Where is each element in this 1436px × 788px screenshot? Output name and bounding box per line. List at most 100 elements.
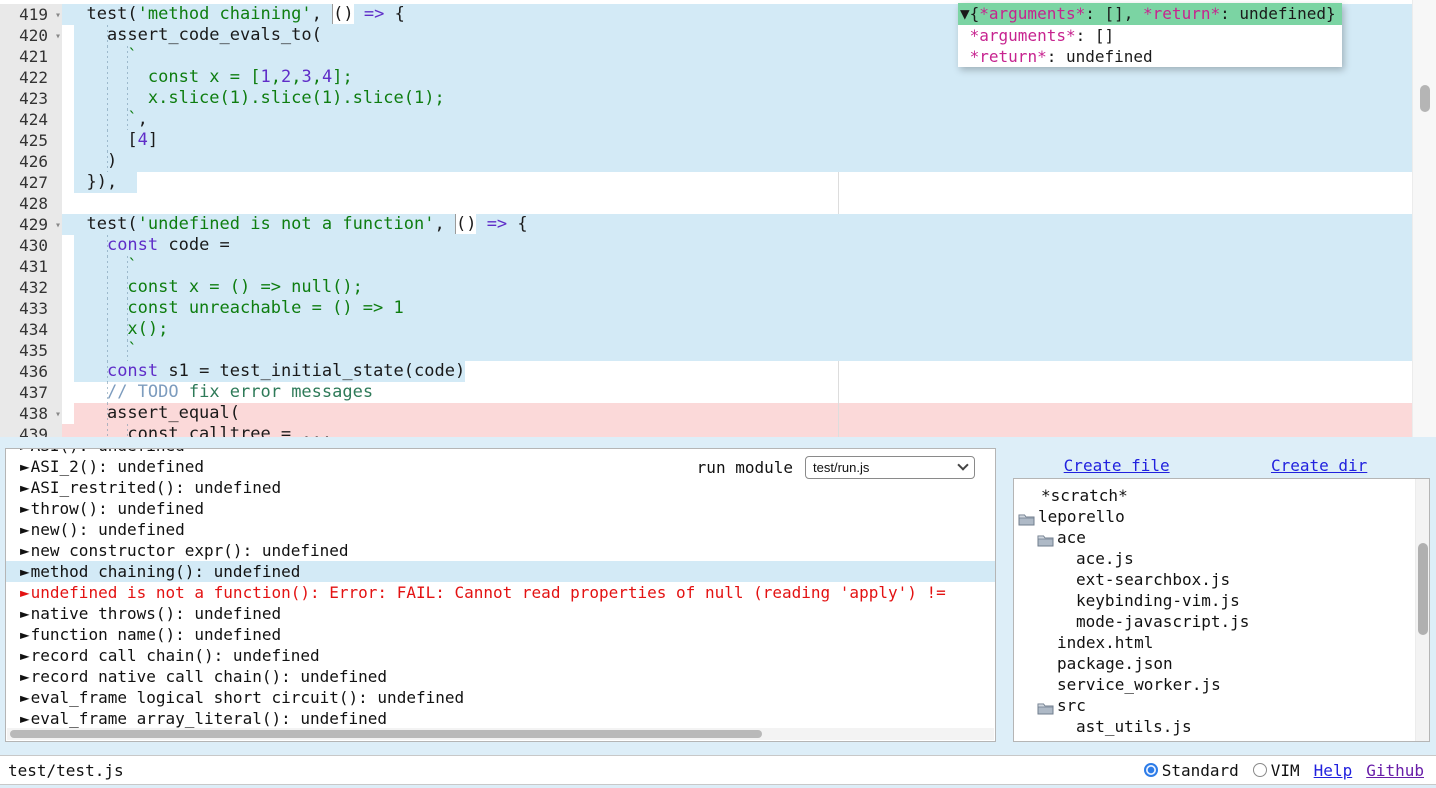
call-row[interactable]: ►record call chain(): undefined [6,645,995,666]
calls-scrollbar-thumb[interactable] [10,730,762,738]
radio-unselected-icon[interactable] [1253,763,1267,777]
help-link[interactable]: Help [1314,761,1353,780]
call-row[interactable]: ►new constructor expr(): undefined [6,540,995,561]
module-select[interactable]: test/run.js [805,456,975,479]
call-row[interactable]: ►native throws(): undefined [6,603,995,624]
code-line-content[interactable] [62,193,1436,214]
file-tree-item[interactable]: index.html [1014,632,1429,653]
call-row[interactable]: ►throw(): undefined [6,498,995,519]
code-line-content[interactable]: }), [62,172,1436,193]
code-line-content[interactable]: assert_equal( [62,403,1436,424]
code-line[interactable]: 429▾ test('undefined is not a function',… [0,214,1436,235]
expand-arrow-icon[interactable]: ► [20,457,30,476]
code-line[interactable]: 434 x(); [0,319,1436,340]
code-line-content[interactable]: const s1 = test_initial_state(code) [62,361,1436,382]
code-line-content[interactable]: ` [62,256,1436,277]
code-line-content[interactable]: test('undefined is not a function', () =… [62,214,1436,235]
code-line[interactable]: 423 x.slice(1).slice(1).slice(1); [0,88,1436,109]
editor-scrollbar-thumb[interactable] [1420,85,1430,112]
files-header: Create file Create dir [1013,452,1418,478]
value-inspector-tooltip[interactable]: ▼{*arguments*: [], *return*: undefined} … [958,3,1342,67]
file-tree-item[interactable]: *scratch* [1014,485,1429,506]
code-line-content[interactable]: x(); [62,319,1436,340]
call-row[interactable]: ►new(): undefined [6,519,995,540]
code-line-content[interactable]: const code = [62,235,1436,256]
editor-scrollbar[interactable] [1412,0,1436,437]
expand-arrow-icon[interactable]: ► [20,625,30,644]
fold-toggle-icon[interactable]: ▾ [55,404,61,425]
code-line[interactable]: 437 // TODO fix error messages [0,382,1436,403]
call-row[interactable]: ►undefined is not a function(): Error: F… [6,582,995,603]
expand-arrow-icon[interactable]: ► [20,688,30,707]
fold-toggle-icon[interactable]: ▾ [55,5,61,26]
file-tree-item[interactable]: ast_utils.js [1014,716,1429,737]
file-tree-folder[interactable]: src [1014,695,1429,716]
call-row[interactable]: ►method chaining(): undefined [6,561,995,582]
keybinding-standard-option[interactable]: Standard [1144,761,1239,780]
code-line-content[interactable]: ` [62,340,1436,361]
file-tree-item[interactable]: ace.js [1014,548,1429,569]
code-line[interactable]: 431 ` [0,256,1436,277]
call-row[interactable]: ►eval_frame array_literal(): undefined [6,708,995,729]
code-line[interactable]: 427 }), [0,172,1436,193]
tooltip-entry-row[interactable]: *arguments*: [] [958,25,1342,46]
code-line-content[interactable]: const x = () => null(); [62,277,1436,298]
create-dir-link[interactable]: Create dir [1271,456,1367,475]
code-line[interactable]: 424 `, [0,109,1436,130]
radio-selected-icon[interactable] [1144,763,1158,777]
expand-arrow-icon[interactable]: ► [20,604,30,623]
expand-arrow-icon[interactable]: ► [20,541,30,560]
expand-arrow-icon[interactable]: ► [20,646,30,665]
expand-arrow-icon[interactable]: ► [20,499,30,518]
call-row[interactable]: ►eval_frame logical short circuit(): und… [6,687,995,708]
code-line[interactable]: 422 const x = [1,2,3,4]; [0,67,1436,88]
expand-arrow-icon[interactable]: ► [20,520,30,539]
code-line[interactable]: 433 const unreachable = () => 1 [0,298,1436,319]
fold-toggle-icon[interactable]: ▾ [55,215,61,236]
code-line-content[interactable]: x.slice(1).slice(1).slice(1); [62,88,1436,109]
code-line-content[interactable]: const calltree = ... [62,424,1436,437]
github-link[interactable]: Github [1366,761,1424,780]
code-line[interactable]: 428 [0,193,1436,214]
code-line-content[interactable]: `, [62,109,1436,130]
call-row[interactable]: ►ASI(): undefined [6,449,995,456]
file-tree-item[interactable]: service_worker.js [1014,674,1429,695]
call-row[interactable]: ►function name(): undefined [6,624,995,645]
code-line[interactable]: 426 ) [0,151,1436,172]
file-tree-folder[interactable]: leporello [1014,506,1429,527]
code-line-content[interactable]: // TODO fix error messages [62,382,1436,403]
file-tree-folder[interactable]: ace [1014,527,1429,548]
code-line[interactable]: 438▾ assert_equal( [0,403,1436,424]
file-tree-item[interactable]: mode-javascript.js [1014,611,1429,632]
expand-arrow-icon[interactable]: ► [20,478,30,497]
code-line[interactable]: 439 const calltree = ... [0,424,1436,437]
tooltip-summary-row[interactable]: ▼{*arguments*: [], *return*: undefined} [958,3,1342,25]
files-scrollbar[interactable] [1415,479,1429,741]
code-line[interactable]: 430 const code = [0,235,1436,256]
expand-arrow-icon[interactable]: ► [20,562,30,581]
expand-arrow-icon[interactable]: ► [20,449,30,455]
expand-arrow-icon[interactable]: ► [20,667,30,686]
code-line-content[interactable]: [4] [62,130,1436,151]
code-line-content[interactable]: ) [62,151,1436,172]
file-tree-item[interactable]: ext-searchbox.js [1014,569,1429,590]
expand-arrow-icon[interactable]: ► [20,583,30,602]
code-line-content[interactable]: const x = [1,2,3,4]; [62,67,1436,88]
create-file-link[interactable]: Create file [1064,456,1170,475]
code-line[interactable]: 436 const s1 = test_initial_state(code) [0,361,1436,382]
tooltip-entry-row[interactable]: *return*: undefined [958,46,1342,67]
code-editor[interactable]: 419▾ test('method chaining', () => {420▾… [0,0,1436,437]
file-tree-item[interactable]: package.json [1014,653,1429,674]
code-line[interactable]: 432 const x = () => null(); [0,277,1436,298]
file-tree-item[interactable]: keybinding-vim.js [1014,590,1429,611]
expand-arrow-icon[interactable]: ► [20,709,30,728]
fold-toggle-icon[interactable]: ▾ [55,26,61,47]
code-line-content[interactable]: const unreachable = () => 1 [62,298,1436,319]
call-row[interactable]: ►record native call chain(): undefined [6,666,995,687]
files-scrollbar-thumb[interactable] [1418,543,1428,635]
keybinding-vim-option[interactable]: VIM [1253,761,1300,780]
calls-horizontal-scrollbar[interactable] [7,728,994,740]
code-line[interactable]: 425 [4] [0,130,1436,151]
call-row[interactable]: ►ASI_restrited(): undefined [6,477,995,498]
code-line[interactable]: 435 ` [0,340,1436,361]
